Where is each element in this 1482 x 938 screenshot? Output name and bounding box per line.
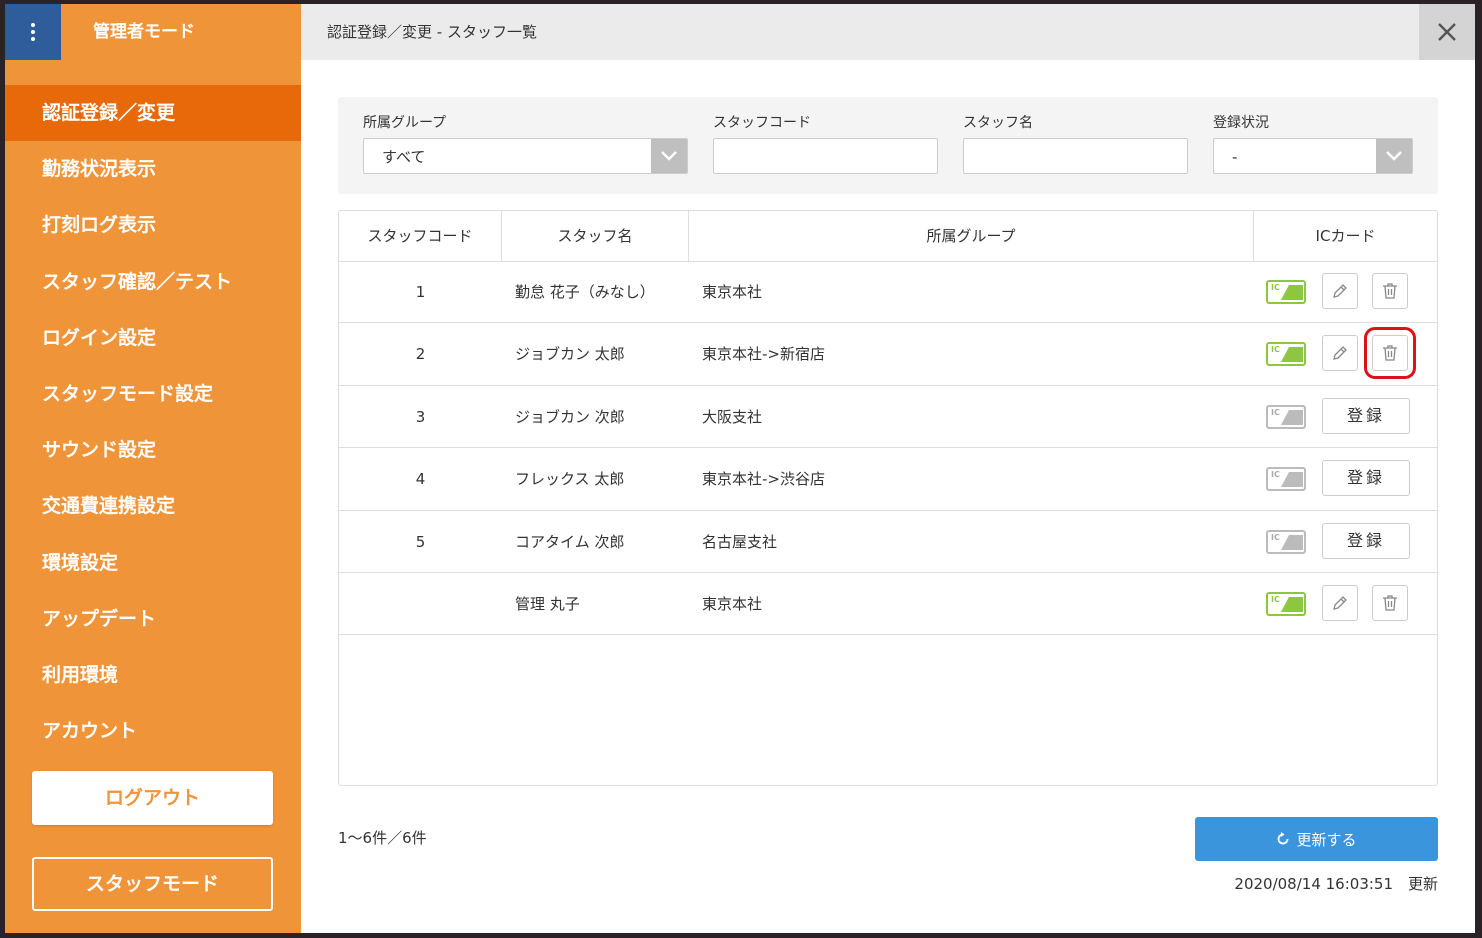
edit-button[interactable] [1322, 585, 1358, 621]
delete-button[interactable] [1364, 327, 1416, 380]
sidebar-item-account[interactable]: アカウント [5, 703, 301, 759]
cell-name: 勤怠 花子（みなし） [515, 283, 655, 301]
sidebar-item-work-status[interactable]: 勤務状況表示 [5, 141, 301, 197]
mode-title: 管理者モード [93, 22, 195, 42]
cell-code: 1 [415, 283, 426, 301]
cell-name: ジョブカン 太郎 [515, 345, 625, 364]
menu-icon[interactable] [5, 4, 61, 60]
register-button[interactable]: 登録 [1322, 397, 1410, 434]
sidebar-item-staff-check[interactable]: スタッフ確認／テスト [5, 254, 301, 310]
status-filter-select[interactable]: - [1213, 138, 1413, 174]
chevron-down-icon [1376, 139, 1412, 173]
trash-icon [1383, 345, 1397, 362]
delete-button[interactable] [1372, 585, 1408, 621]
chevron-down-icon [651, 139, 687, 173]
cell-code [339, 573, 502, 635]
staff-mode-button[interactable]: スタッフモード [32, 857, 273, 911]
table-row: 管理 丸子 東京本社 IC [339, 573, 1437, 636]
trash-icon [1383, 283, 1397, 299]
cell-code: 3 [415, 407, 426, 426]
pencil-icon [1333, 284, 1347, 298]
last-updated: 2020/08/14 16:03:51 更新 [1234, 875, 1438, 893]
staff-table: スタッフコード スタッフ名 所属グループ ICカード 1 勤怠 花子（みなし） … [338, 210, 1438, 786]
register-button[interactable]: 登録 [1322, 460, 1410, 497]
ic-card-registered-icon: IC [1266, 280, 1306, 304]
sidebar-item-transport-settings[interactable]: 交通費連携設定 [5, 478, 301, 534]
result-count: 1〜6件／6件 [338, 829, 427, 847]
status-filter-value: - [1232, 148, 1238, 166]
cell-group: 東京本社 [702, 283, 763, 301]
delete-button[interactable] [1372, 273, 1408, 309]
app-window: 管理者モード 認証登録／変更 勤務状況表示 打刻ログ表示 スタッフ確認／テスト … [5, 4, 1475, 933]
header-bar: 認証登録／変更 - スタッフ一覧 [301, 4, 1475, 60]
cell-group: 東京本社->渋谷店 [702, 470, 825, 489]
ic-card-registered-icon: IC [1266, 592, 1306, 616]
cell-code: 5 [415, 532, 426, 551]
refresh-button[interactable]: 更新する [1195, 817, 1438, 861]
sidebar-item-sound-settings[interactable]: サウンド設定 [5, 422, 301, 478]
group-filter-label: 所属グループ [363, 115, 447, 131]
status-filter-label: 登録状況 [1213, 115, 1269, 131]
cell-name: 管理 丸子 [515, 595, 580, 613]
close-icon [1438, 23, 1456, 41]
logout-button[interactable]: ログアウト [32, 771, 273, 825]
cell-name: コアタイム 次郎 [515, 532, 625, 551]
cell-code: 4 [415, 470, 426, 489]
cell-group: 大阪支社 [702, 407, 763, 426]
sidebar-item-auth-register[interactable]: 認証登録／変更 [5, 85, 301, 142]
code-filter-label: スタッフコード [713, 115, 811, 131]
sidebar-item-punch-log[interactable]: 打刻ログ表示 [5, 197, 301, 253]
table-row: 5 コアタイム 次郎 名古屋支社 IC 登録 [339, 511, 1437, 573]
cell-name: フレックス 太郎 [515, 470, 625, 489]
col-header-ic: ICカード [1315, 227, 1376, 245]
cell-group: 東京本社->新宿店 [702, 345, 825, 364]
pencil-icon [1333, 346, 1347, 361]
sidebar-item-staff-mode-settings[interactable]: スタッフモード設定 [5, 366, 301, 422]
staff-code-input[interactable] [713, 138, 938, 174]
register-button[interactable]: 登録 [1322, 522, 1410, 559]
filter-panel: 所属グループ すべて スタッフコード スタッフ名 登録状況 - [338, 97, 1438, 194]
table-row: 3 ジョブカン 次郎 大阪支社 IC 登録 [339, 386, 1437, 449]
cell-group: 東京本社 [702, 595, 763, 613]
ic-card-registered-icon: IC [1266, 342, 1306, 367]
table-row: 1 勤怠 花子（みなし） 東京本社 IC [339, 261, 1437, 324]
edit-button[interactable] [1322, 335, 1358, 372]
refresh-label: 更新する [1296, 830, 1357, 849]
name-filter-label: スタッフ名 [963, 115, 1033, 131]
sidebar-item-environment-settings[interactable]: 環境設定 [5, 535, 301, 591]
sidebar-item-usage-environment[interactable]: 利用環境 [5, 647, 301, 703]
trash-icon [1383, 595, 1397, 611]
edit-button[interactable] [1322, 273, 1358, 309]
sidebar-item-login-settings[interactable]: ログイン設定 [5, 310, 301, 366]
table-row: 4 フレックス 太郎 東京本社->渋谷店 IC 登録 [339, 448, 1437, 511]
col-header-name: スタッフ名 [502, 211, 689, 261]
sidebar-header: 管理者モード [5, 4, 301, 60]
cell-group: 名古屋支社 [702, 532, 778, 551]
close-button[interactable] [1419, 4, 1475, 60]
refresh-icon [1276, 832, 1290, 846]
pencil-icon [1333, 596, 1347, 610]
ic-card-unregistered-icon: IC [1266, 404, 1306, 429]
col-header-group: 所属グループ [689, 211, 1254, 261]
cell-code: 2 [415, 345, 426, 364]
col-header-code: スタッフコード [339, 211, 502, 261]
sidebar-item-update[interactable]: アップデート [5, 591, 301, 647]
cell-name: ジョブカン 次郎 [515, 407, 625, 426]
table-header: スタッフコード スタッフ名 所属グループ ICカード [339, 211, 1437, 262]
table-row: 2 ジョブカン 太郎 東京本社->新宿店 IC [339, 323, 1437, 386]
staff-name-input[interactable] [963, 138, 1188, 174]
sidebar: 管理者モード 認証登録／変更 勤務状況表示 打刻ログ表示 スタッフ確認／テスト … [5, 4, 301, 933]
sidebar-nav: 認証登録／変更 勤務状況表示 打刻ログ表示 スタッフ確認／テスト ログイン設定 … [5, 85, 301, 759]
main-panel: 認証登録／変更 - スタッフ一覧 所属グループ すべて スタッフコード スタッフ… [301, 4, 1475, 933]
page-title: 認証登録／変更 - スタッフ一覧 [327, 23, 537, 41]
group-filter-select[interactable]: すべて [363, 138, 688, 174]
group-filter-value: すべて [382, 148, 426, 166]
ic-card-unregistered-icon: IC [1266, 529, 1306, 554]
ic-card-unregistered-icon: IC [1266, 467, 1306, 492]
